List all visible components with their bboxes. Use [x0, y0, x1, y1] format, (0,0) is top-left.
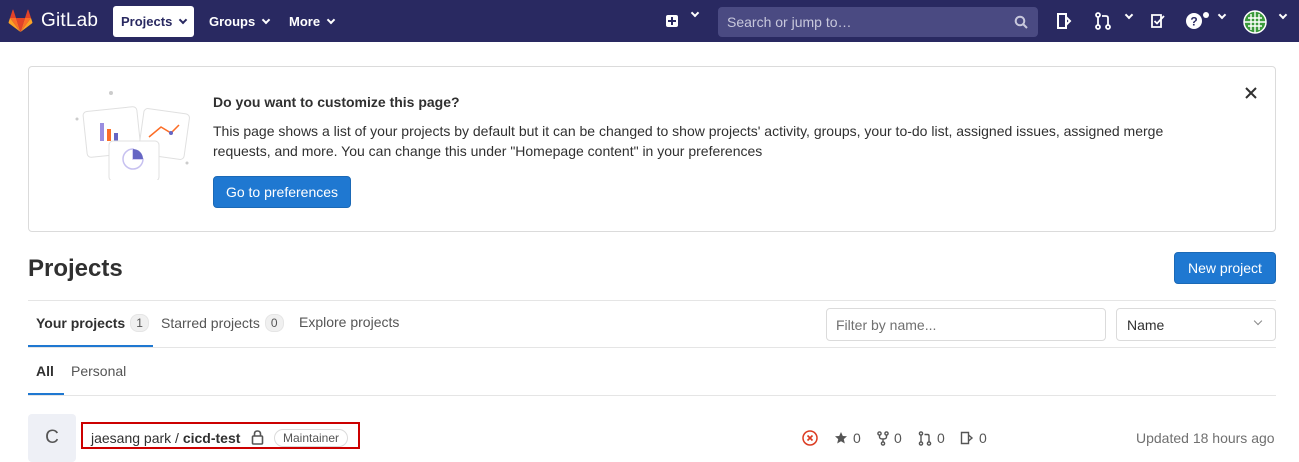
lock-icon [251, 430, 264, 445]
tab-label: Starred projects [161, 315, 260, 331]
issues-count[interactable]: 0 [960, 430, 987, 446]
gitlab-logo[interactable]: GitLab [8, 9, 98, 33]
new-item-plus-icon[interactable] [666, 15, 678, 27]
banner-description: This page shows a list of your projects … [213, 123, 1164, 159]
subtab-personal[interactable]: Personal [71, 363, 126, 379]
stars-count[interactable]: 0 [834, 430, 861, 446]
nav-more-dropdown[interactable]: More [281, 6, 342, 37]
nav-more-label: More [289, 14, 321, 29]
nav-projects-label: Projects [121, 14, 173, 29]
chevron-down-icon [1253, 316, 1263, 326]
star-icon [835, 432, 847, 444]
chevron-down-icon[interactable] [1278, 10, 1288, 20]
new-project-button[interactable]: New project [1174, 252, 1276, 284]
merge-requests-value: 0 [937, 430, 945, 446]
search-icon [1014, 15, 1028, 29]
tab-count-badge: 0 [264, 314, 284, 332]
todo-checkbox-icon[interactable] [1150, 12, 1166, 30]
page-title: Projects [28, 255, 123, 282]
close-icon[interactable] [1243, 85, 1259, 101]
svg-text:?: ? [1190, 15, 1197, 29]
tab-label: Explore projects [299, 314, 400, 330]
banner-title: Do you want to customize this page? [213, 94, 460, 110]
tab-starred-projects[interactable]: Starred projects 0 [161, 314, 284, 332]
tabs-divider [28, 347, 1276, 348]
issues-value: 0 [979, 430, 987, 446]
subtabs-divider [28, 395, 1276, 396]
search-input[interactable] [727, 14, 1007, 30]
project-namespace: jaesang park / [91, 430, 183, 446]
role-badge: Maintainer [274, 429, 349, 447]
nav-projects-dropdown[interactable]: Projects [113, 6, 195, 37]
forks-count[interactable]: 0 [877, 430, 902, 446]
project-full-name-link[interactable]: jaesang park / cicd-test [91, 430, 240, 446]
chevron-down-icon[interactable] [1217, 10, 1227, 20]
search-box[interactable] [718, 7, 1038, 37]
app-name: GitLab [41, 10, 99, 31]
tab-your-projects[interactable]: Your projects 1 [36, 314, 149, 332]
forks-value: 0 [894, 430, 902, 446]
customize-illustration [75, 91, 190, 180]
gitlab-tanuki-icon [8, 9, 33, 32]
customize-homepage-banner: Do you want to customize this page? This… [28, 66, 1276, 232]
merge-requests-count[interactable]: 0 [918, 430, 945, 446]
nav-groups-dropdown[interactable]: Groups [201, 6, 277, 37]
fork-icon [877, 430, 889, 446]
sort-selected-value: Name [1127, 316, 1165, 333]
subtab-all[interactable]: All [36, 363, 54, 379]
stars-value: 0 [853, 430, 861, 446]
go-to-preferences-button[interactable]: Go to preferences [213, 176, 351, 208]
filter-by-name-input[interactable] [826, 308, 1106, 341]
pipeline-failed-icon[interactable] [802, 430, 818, 446]
chevron-down-icon[interactable] [690, 8, 700, 18]
project-name: cicd-test [182, 430, 241, 446]
merge-request-icon[interactable] [1094, 12, 1112, 30]
chevron-down-icon [326, 15, 336, 25]
top-navbar: GitLab Projects Groups More ? [0, 0, 1299, 42]
last-updated-time: Updated 18 hours ago [1136, 430, 1275, 446]
tab-count-badge: 1 [130, 314, 149, 332]
tabs-divider [28, 300, 1276, 301]
chevron-down-icon [179, 15, 188, 25]
project-avatar[interactable]: C [28, 414, 76, 462]
help-icon[interactable]: ? [1186, 12, 1210, 30]
merge-request-icon [918, 430, 932, 446]
chevron-down-icon [261, 15, 271, 25]
nav-groups-label: Groups [209, 14, 256, 29]
user-avatar-icon[interactable] [1243, 10, 1267, 34]
tab-label: Your projects [36, 315, 126, 331]
sort-dropdown[interactable]: Name [1116, 308, 1276, 341]
issues-icon [960, 431, 974, 445]
tab-explore-projects[interactable]: Explore projects [299, 314, 399, 330]
chevron-down-icon[interactable] [1124, 10, 1134, 20]
issues-icon[interactable] [1056, 12, 1072, 30]
